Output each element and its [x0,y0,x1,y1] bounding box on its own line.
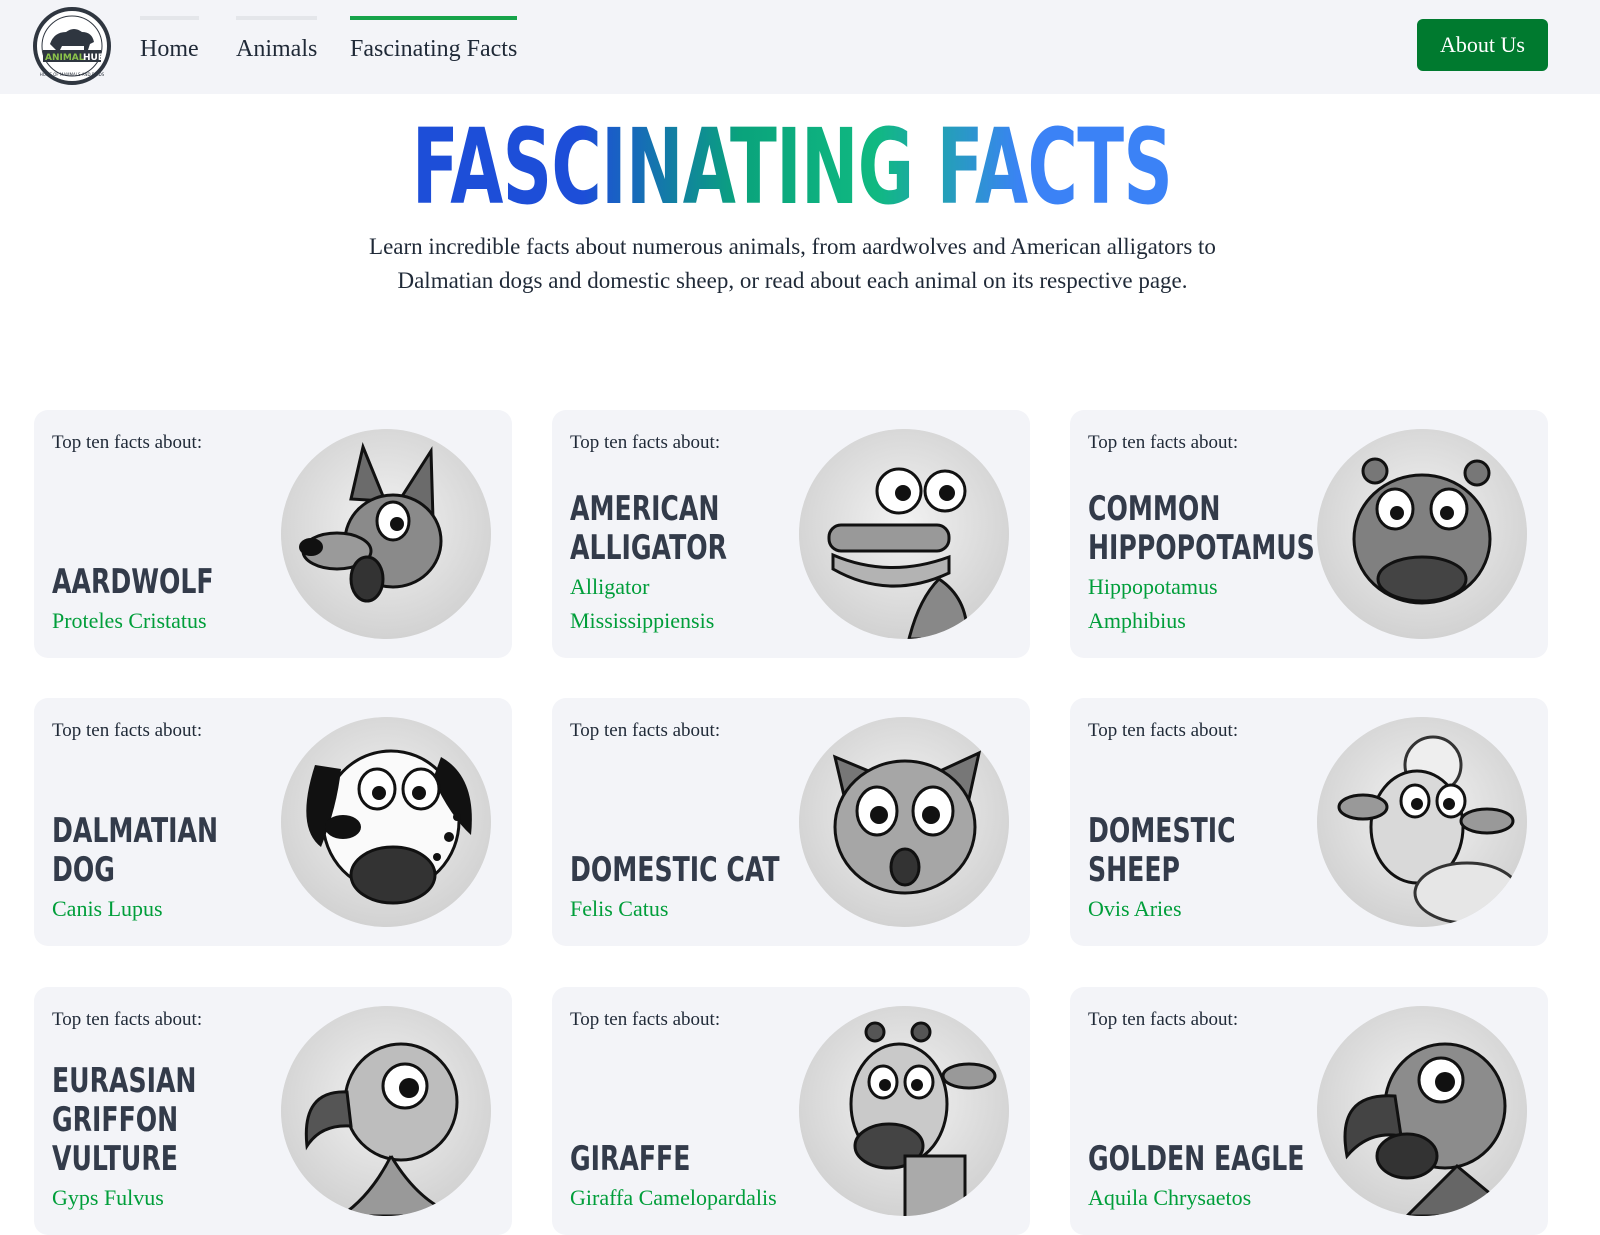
page-title: FASCINATING FACTS [269,115,1314,219]
card-kicker: Top ten facts about: [1088,1009,1239,1030]
vulture-icon[interactable] [281,1006,491,1216]
logo-tagline: HOME OF MAMMALS AND BIRDS [40,72,105,77]
card-text: Giraffe Giraffa Camelopardalis [570,1140,808,1215]
card-text: Golden Eagle Aquila Chrysaetos [1088,1140,1326,1215]
card-animal-name[interactable]: Aardwolf [52,563,289,602]
card-scientific-name: Giraffa Camelopardalis [570,1185,777,1210]
card-kicker: Top ten facts about: [570,432,721,453]
hippo-icon[interactable] [1317,429,1527,639]
fact-card[interactable]: Top ten facts about: Aardwolf Proteles C… [34,410,512,658]
card-kicker: Top ten facts about: [52,1009,203,1030]
fact-card[interactable]: Top ten facts about: Giraffe Giraffa Cam… [552,987,1030,1235]
navbar: ANIMAL HUB HOME OF MAMMALS AND BIRDS Hom… [0,0,1600,94]
card-animal-name[interactable]: American Alligator [570,490,807,568]
card-scientific-name: Proteles Cristatus [52,608,207,633]
eagle-icon[interactable] [1317,1006,1527,1216]
cat-icon[interactable] [799,717,1009,927]
card-text: Dalmatian Dog Canis Lupus [52,812,290,926]
fact-card[interactable]: Top ten facts about: Domestic Sheep Ovis… [1070,698,1548,946]
card-text: American Alligator Alligator Mississippi… [570,490,808,638]
card-text: Domestic Cat Felis Catus [570,851,808,926]
dalmatian-icon[interactable] [281,717,491,927]
card-scientific-name: Alligator Mississippiensis [570,574,715,633]
card-animal-name[interactable]: Domestic Cat [570,851,807,890]
card-text: Domestic Sheep Ovis Aries [1088,812,1326,926]
card-kicker: Top ten facts about: [52,432,203,453]
fact-card[interactable]: Top ten facts about: Eurasian Griffon Vu… [34,987,512,1235]
card-kicker: Top ten facts about: [570,1009,721,1030]
card-scientific-name: Hippopotamus Amphibius [1088,574,1218,633]
logo-text-hub: HUB [83,53,105,63]
card-kicker: Top ten facts about: [570,720,721,741]
about-us-button[interactable]: About Us [1417,19,1548,71]
card-kicker: Top ten facts about: [1088,720,1239,741]
nav-link-home[interactable]: Home [140,16,199,66]
logo-text-animal: ANIMAL [45,53,85,63]
card-scientific-name: Aquila Chrysaetos [1088,1185,1252,1210]
card-animal-name[interactable]: Common Hippopotamus [1088,490,1325,568]
card-kicker: Top ten facts about: [52,720,203,741]
card-text: Common Hippopotamus Hippopotamus Amphibi… [1088,490,1326,638]
giraffe-icon[interactable] [799,1006,1009,1216]
sheep-icon[interactable] [1317,717,1527,927]
card-animal-name[interactable]: Eurasian Griffon Vulture [52,1062,289,1179]
card-scientific-name: Canis Lupus [52,896,163,921]
fact-card[interactable]: Top ten facts about: Common Hippopotamus… [1070,410,1548,658]
animal-hub-logo[interactable]: ANIMAL HUB HOME OF MAMMALS AND BIRDS [32,6,112,86]
card-animal-name[interactable]: Giraffe [570,1140,807,1179]
fact-card[interactable]: Top ten facts about: Golden Eagle Aquila… [1070,987,1548,1235]
card-text: Eurasian Griffon Vulture Gyps Fulvus [52,1062,290,1215]
fact-card[interactable]: Top ten facts about: Domestic Cat Felis … [552,698,1030,946]
alligator-icon[interactable] [799,429,1009,639]
card-animal-name[interactable]: Domestic Sheep [1088,812,1325,890]
aardwolf-icon[interactable] [281,429,491,639]
card-animal-name[interactable]: Dalmatian Dog [52,812,289,890]
card-animal-name[interactable]: Golden Eagle [1088,1140,1325,1179]
card-scientific-name: Felis Catus [570,896,669,921]
nav-link-animals[interactable]: Animals [236,16,318,66]
card-text: Aardwolf Proteles Cristatus [52,563,290,638]
card-kicker: Top ten facts about: [1088,432,1239,453]
nav-link-fascinating-facts[interactable]: Fascinating Facts [350,16,518,66]
card-scientific-name: Gyps Fulvus [52,1185,164,1210]
card-scientific-name: Ovis Aries [1088,896,1182,921]
fact-card[interactable]: Top ten facts about: American Alligator … [552,410,1030,658]
fact-card[interactable]: Top ten facts about: Dalmatian Dog Canis… [34,698,512,946]
page-intro: Learn incredible facts about numerous an… [369,234,1216,293]
